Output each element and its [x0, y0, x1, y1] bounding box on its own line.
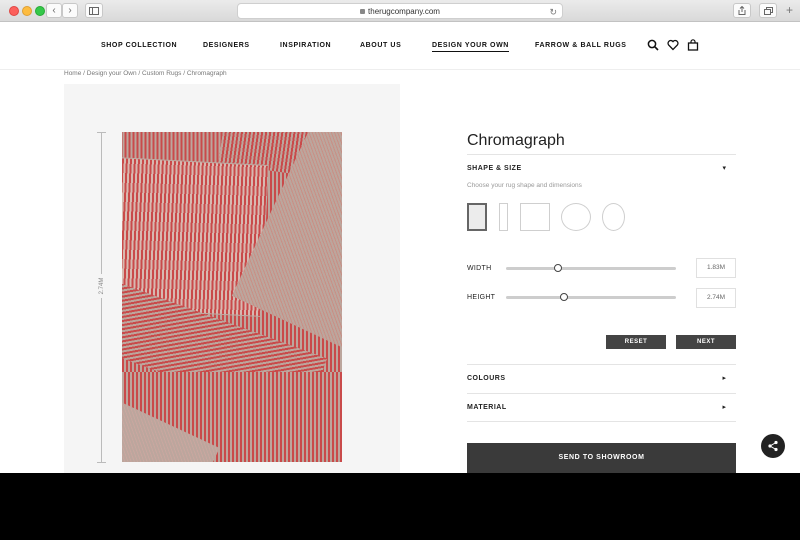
shape-runner-option[interactable]: [499, 203, 508, 231]
sidebar-icon: [89, 7, 99, 15]
send-to-showroom-button[interactable]: SEND TO SHOWROOM: [467, 443, 736, 473]
reload-icon[interactable]: ↻: [549, 5, 557, 20]
new-tab-icon[interactable]: +: [786, 4, 793, 16]
width-value-field[interactable]: 1.83M: [696, 258, 736, 278]
divider: [467, 421, 736, 422]
next-button[interactable]: NEXT: [676, 335, 736, 349]
height-slider[interactable]: [506, 293, 676, 301]
nav-inspiration[interactable]: INSPIRATION: [280, 42, 331, 49]
share-browser-button[interactable]: [733, 3, 751, 18]
divider: [467, 364, 736, 365]
browser-window: ‹ › therugcompany.com ↻ + SHOP COLLECTIO…: [0, 0, 800, 473]
heart-icon[interactable]: [667, 39, 679, 51]
width-label: WIDTH: [467, 265, 492, 272]
share-icon: [738, 5, 746, 15]
shape-size-header[interactable]: SHAPE & SIZE: [467, 165, 522, 172]
search-icon[interactable]: [647, 39, 659, 51]
shape-circle-option[interactable]: [561, 203, 591, 231]
forward-button[interactable]: ›: [62, 3, 78, 18]
breadcrumb-custom-rugs[interactable]: Custom Rugs: [142, 70, 181, 77]
caret-right-icon[interactable]: ▸: [722, 403, 726, 411]
nav-design-your-own[interactable]: DESIGN YOUR OWN: [432, 42, 509, 52]
tabs-button[interactable]: [759, 3, 777, 18]
width-slider[interactable]: [506, 264, 676, 272]
bag-icon[interactable]: [687, 39, 699, 51]
breadcrumb-design-your-own[interactable]: Design your Own: [87, 70, 137, 77]
caret-right-icon[interactable]: ▸: [722, 374, 726, 382]
address-bar[interactable]: therugcompany.com ↻: [237, 3, 563, 19]
chevron-left-icon: ‹: [52, 5, 56, 16]
back-button[interactable]: ‹: [46, 3, 62, 18]
breadcrumb-home[interactable]: Home: [64, 70, 81, 77]
nav-farrow-ball-rugs[interactable]: FARROW & BALL RUGS: [535, 42, 627, 49]
site-header: SHOP COLLECTION DESIGNERS INSPIRATION AB…: [0, 22, 800, 70]
lock-icon: [360, 9, 366, 14]
product-title: Chromagraph: [467, 132, 565, 149]
nav-shop-collection[interactable]: SHOP COLLECTION: [101, 42, 177, 49]
height-slider-thumb[interactable]: [560, 293, 568, 301]
divider: [467, 393, 736, 394]
height-dimension-label: 2.74M: [96, 274, 108, 298]
reset-button[interactable]: RESET: [606, 335, 666, 349]
share-floating-button[interactable]: [761, 434, 785, 458]
tabs-icon: [763, 7, 773, 15]
shape-square-option[interactable]: [520, 203, 550, 231]
minimize-window-button[interactable]: [22, 6, 32, 16]
dimension-tick-bottom: [97, 462, 106, 463]
height-label: HEIGHT: [467, 294, 496, 301]
divider: [467, 154, 736, 155]
shape-hint: Choose your rug shape and dimensions: [467, 182, 582, 189]
height-value-field[interactable]: 2.74M: [696, 288, 736, 308]
colours-header[interactable]: COLOURS: [467, 375, 506, 382]
rug-preview-panel: 2.74M: [64, 84, 400, 473]
breadcrumb: Home / Design your Own / Custom Rugs / C…: [64, 70, 227, 77]
shape-rectangle-option[interactable]: [467, 203, 487, 231]
share-nodes-icon: [768, 440, 778, 452]
nav-about-us[interactable]: ABOUT US: [360, 42, 401, 49]
breadcrumb-current: Chromagraph: [186, 70, 227, 77]
caret-down-icon[interactable]: ▾: [722, 164, 726, 172]
browser-toolbar: ‹ › therugcompany.com ↻ +: [0, 0, 800, 22]
rug-preview-image: [122, 132, 342, 462]
material-header[interactable]: MATERIAL: [467, 404, 507, 411]
close-window-button[interactable]: [9, 6, 19, 16]
nav-designers[interactable]: DESIGNERS: [203, 42, 250, 49]
chevron-right-icon: ›: [68, 5, 72, 16]
dimension-tick-top: [97, 132, 106, 133]
zoom-window-button[interactable]: [35, 6, 45, 16]
shape-oval-option[interactable]: [602, 203, 625, 231]
address-url: therugcompany.com: [368, 7, 440, 16]
width-slider-thumb[interactable]: [554, 264, 562, 272]
sidebar-button[interactable]: [85, 3, 103, 18]
